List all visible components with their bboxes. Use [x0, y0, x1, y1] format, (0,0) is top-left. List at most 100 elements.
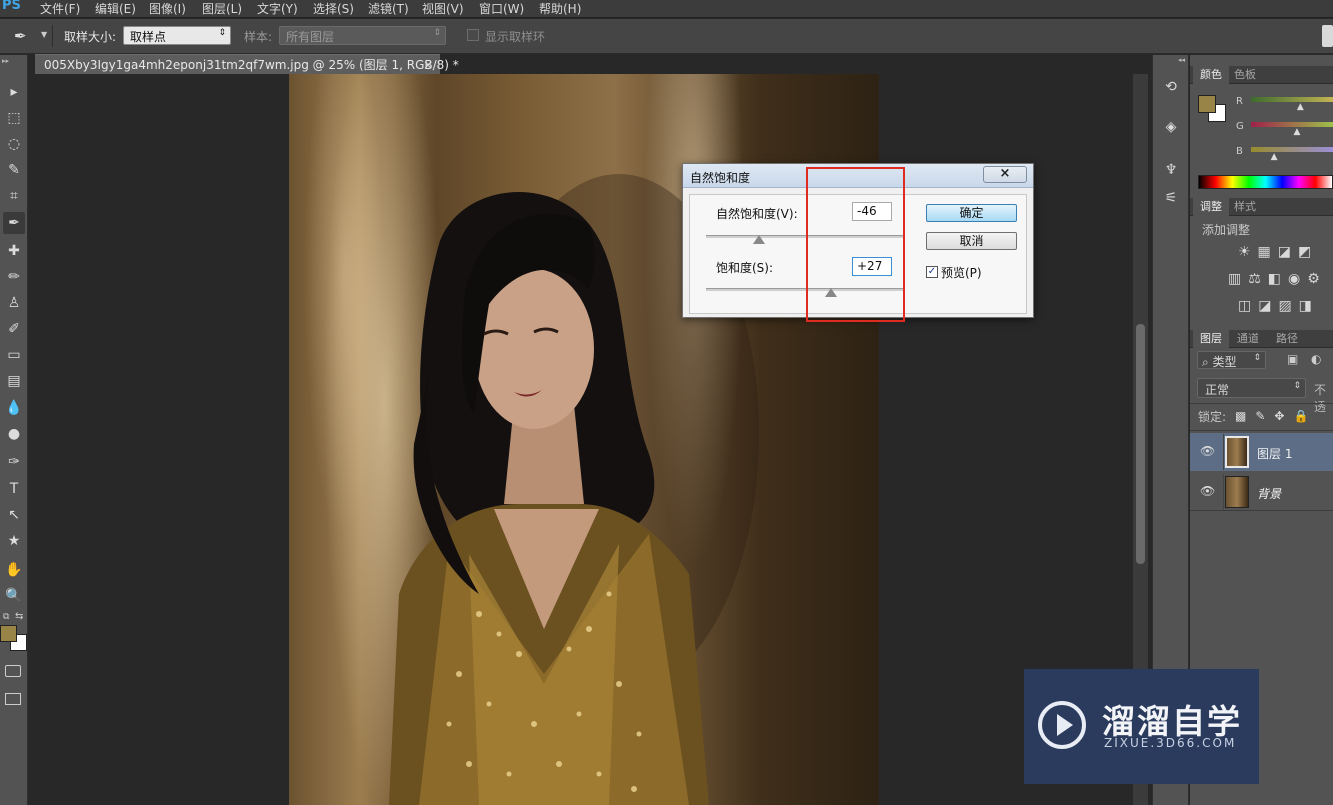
tab-channels[interactable]: 通道 — [1230, 330, 1266, 348]
blur-tool[interactable]: 💧 — [3, 397, 25, 419]
menu-filter[interactable]: 滤镜(T) — [368, 0, 409, 17]
tab-swatches[interactable]: 色板 — [1227, 66, 1263, 84]
quick-mask-icon[interactable] — [5, 665, 21, 677]
menu-select[interactable]: 选择(S) — [313, 0, 354, 17]
tool-presets-icon[interactable]: ⚟ — [1161, 188, 1181, 208]
r-slider-knob[interactable]: ▲ — [1297, 102, 1304, 112]
foreground-color-swatch[interactable] — [0, 625, 17, 642]
b-slider-knob[interactable]: ▲ — [1271, 152, 1278, 162]
history-panel-icon[interactable]: ⟲ — [1161, 77, 1181, 97]
layer-filter-select[interactable]: ⌕ 类型 ⇕ — [1197, 351, 1266, 369]
divider — [1190, 403, 1333, 404]
menu-layer[interactable]: 图层(L) — [202, 0, 242, 17]
healing-tool[interactable]: ✚ — [3, 240, 25, 262]
history-brush-tool[interactable]: ✐ — [3, 318, 25, 340]
pen-tool[interactable]: ✑ — [3, 451, 25, 473]
vibrance-slider-knob[interactable] — [753, 235, 766, 244]
hand-tool[interactable]: ✋ — [3, 559, 25, 581]
vibrance-label: 自然饱和度(V): — [716, 207, 798, 221]
marquee-tool[interactable]: ⬚ — [3, 107, 25, 129]
color-foreground-swatch[interactable] — [1198, 95, 1216, 113]
options-bar: ✒ ▼ 取样大小: 取样点 ⇕ 样本: 所有图层 ⇕ 显示取样环 — [0, 19, 1333, 54]
brush-tool[interactable]: ✏ — [3, 266, 25, 288]
shape-tool[interactable]: ★ — [3, 530, 25, 552]
eye-visibility-icon[interactable]: 👁 — [1200, 484, 1215, 498]
eyedropper-tool[interactable]: ✒ — [3, 212, 25, 234]
menu-view[interactable]: 视图(V) — [422, 0, 464, 17]
layer-row-background[interactable]: 👁 背景 — [1190, 473, 1333, 511]
menu-image[interactable]: 图像(I) — [149, 0, 186, 17]
layer-name[interactable]: 背景 — [1257, 485, 1281, 502]
image-filter-icon[interactable]: ▣ — [1287, 352, 1298, 366]
preview-checkbox[interactable]: ✓ — [926, 266, 938, 278]
menu-help[interactable]: 帮助(H) — [539, 0, 581, 17]
eye-visibility-icon[interactable]: 👁 — [1200, 444, 1215, 458]
collapse-panels-icon[interactable]: ◂◂ — [1178, 56, 1185, 64]
adjustment-filter-icon[interactable]: ◐ — [1311, 352, 1321, 366]
stamp-tool[interactable]: ♙ — [3, 292, 25, 314]
sample-label: 样本: — [244, 30, 273, 44]
cancel-button[interactable]: 取消 — [926, 232, 1017, 250]
screen-mode-icon[interactable] — [5, 693, 21, 705]
layer-row-layer1[interactable]: 👁 图层 1 — [1190, 433, 1333, 471]
dodge-tool[interactable]: ● — [3, 423, 25, 445]
collapse-arrows-icon[interactable]: ▸▸ — [2, 57, 9, 65]
g-slider-knob[interactable]: ▲ — [1294, 127, 1301, 137]
highlight-annotation-box — [806, 167, 905, 322]
preview-label: 预览(P) — [941, 266, 982, 280]
g-slider[interactable] — [1251, 122, 1333, 127]
scrollbar-thumb[interactable] — [1136, 324, 1145, 564]
b-slider[interactable] — [1251, 147, 1333, 152]
lock-icons[interactable]: ▩✎✥🔒 — [1235, 409, 1317, 423]
brush-panel-icon[interactable]: ♆ — [1161, 160, 1181, 180]
adjustment-icons-row-3[interactable]: ◫◪▨◨ — [1238, 298, 1333, 314]
menu-window[interactable]: 窗口(W) — [479, 0, 524, 17]
dialog-close-button[interactable]: × — [983, 166, 1027, 183]
menu-type[interactable]: 文字(Y) — [257, 0, 298, 17]
g-label: G — [1236, 121, 1244, 132]
document-tab[interactable]: 005Xby3Igy1ga4mh2eponj31tm2qf7wm.jpg @ 2… — [35, 54, 459, 75]
tab-color[interactable]: 颜色 — [1193, 66, 1229, 84]
move-tool[interactable]: ▸ — [3, 81, 25, 103]
lasso-tool[interactable]: ◌ — [3, 133, 25, 155]
tools-panel: ▸▸ ▸ ⬚ ◌ ✎ ⌗ ✒ ✚ ✏ ♙ ✐ ▭ ▤ 💧 ● ✑ T ↖ ★ ✋… — [0, 55, 28, 805]
menu-bar: PS 文件(F) 编辑(E) 图像(I) 图层(L) 文字(Y) 选择(S) 滤… — [0, 0, 1333, 18]
menu-file[interactable]: 文件(F) — [40, 0, 80, 17]
crop-tool[interactable]: ⌗ — [3, 185, 25, 207]
dialog-title: 自然饱和度 — [690, 171, 751, 185]
eyedropper-icon[interactable]: ✒ — [14, 27, 27, 45]
blend-mode-select[interactable]: 正常 ⇕ — [1197, 378, 1306, 398]
tab-styles[interactable]: 样式 — [1227, 198, 1263, 216]
ok-button[interactable]: 确定 — [926, 204, 1017, 222]
separator — [52, 25, 53, 47]
adjustment-icons-row-1[interactable]: ☀▦◪◩ — [1238, 244, 1333, 260]
swap-colors-icon[interactable]: ⇆ — [15, 611, 23, 622]
tab-adjustments[interactable]: 调整 — [1193, 198, 1229, 216]
default-colors-icon[interactable]: ⧉ — [3, 612, 9, 622]
workspace-button[interactable] — [1322, 25, 1333, 47]
path-select-tool[interactable]: ↖ — [3, 504, 25, 526]
menu-edit[interactable]: 编辑(E) — [95, 0, 136, 17]
adjustments-panel-tabs: 调整 样式 — [1190, 198, 1333, 216]
adjustment-icons-row-2[interactable]: ▥⚖◧◉⚙ — [1228, 271, 1333, 287]
divider — [1190, 430, 1333, 431]
layer-name[interactable]: 图层 1 — [1257, 445, 1292, 462]
r-slider[interactable] — [1251, 97, 1333, 102]
r-label: R — [1236, 96, 1243, 107]
zoom-tool[interactable]: 🔍 — [3, 585, 25, 607]
tab-paths[interactable]: 路径 — [1269, 330, 1305, 348]
show-ring-checkbox[interactable] — [467, 29, 479, 41]
sample-select[interactable]: 所有图层 ⇕ — [279, 26, 446, 45]
sample-size-value: 取样点 — [130, 30, 167, 44]
tab-layers[interactable]: 图层 — [1193, 330, 1229, 348]
sample-size-select[interactable]: 取样点 ⇕ — [123, 26, 231, 45]
color-spectrum-bar[interactable] — [1198, 175, 1333, 189]
gradient-tool[interactable]: ▤ — [3, 370, 25, 392]
eraser-tool[interactable]: ▭ — [3, 344, 25, 366]
close-tab-icon[interactable]: × — [423, 55, 433, 75]
quick-select-tool[interactable]: ✎ — [3, 159, 25, 181]
3d-panel-icon[interactable]: ◈ — [1161, 117, 1181, 137]
tool-preset-chevron-icon[interactable]: ▼ — [41, 30, 47, 39]
divider — [1223, 434, 1224, 470]
type-tool[interactable]: T — [3, 478, 25, 500]
